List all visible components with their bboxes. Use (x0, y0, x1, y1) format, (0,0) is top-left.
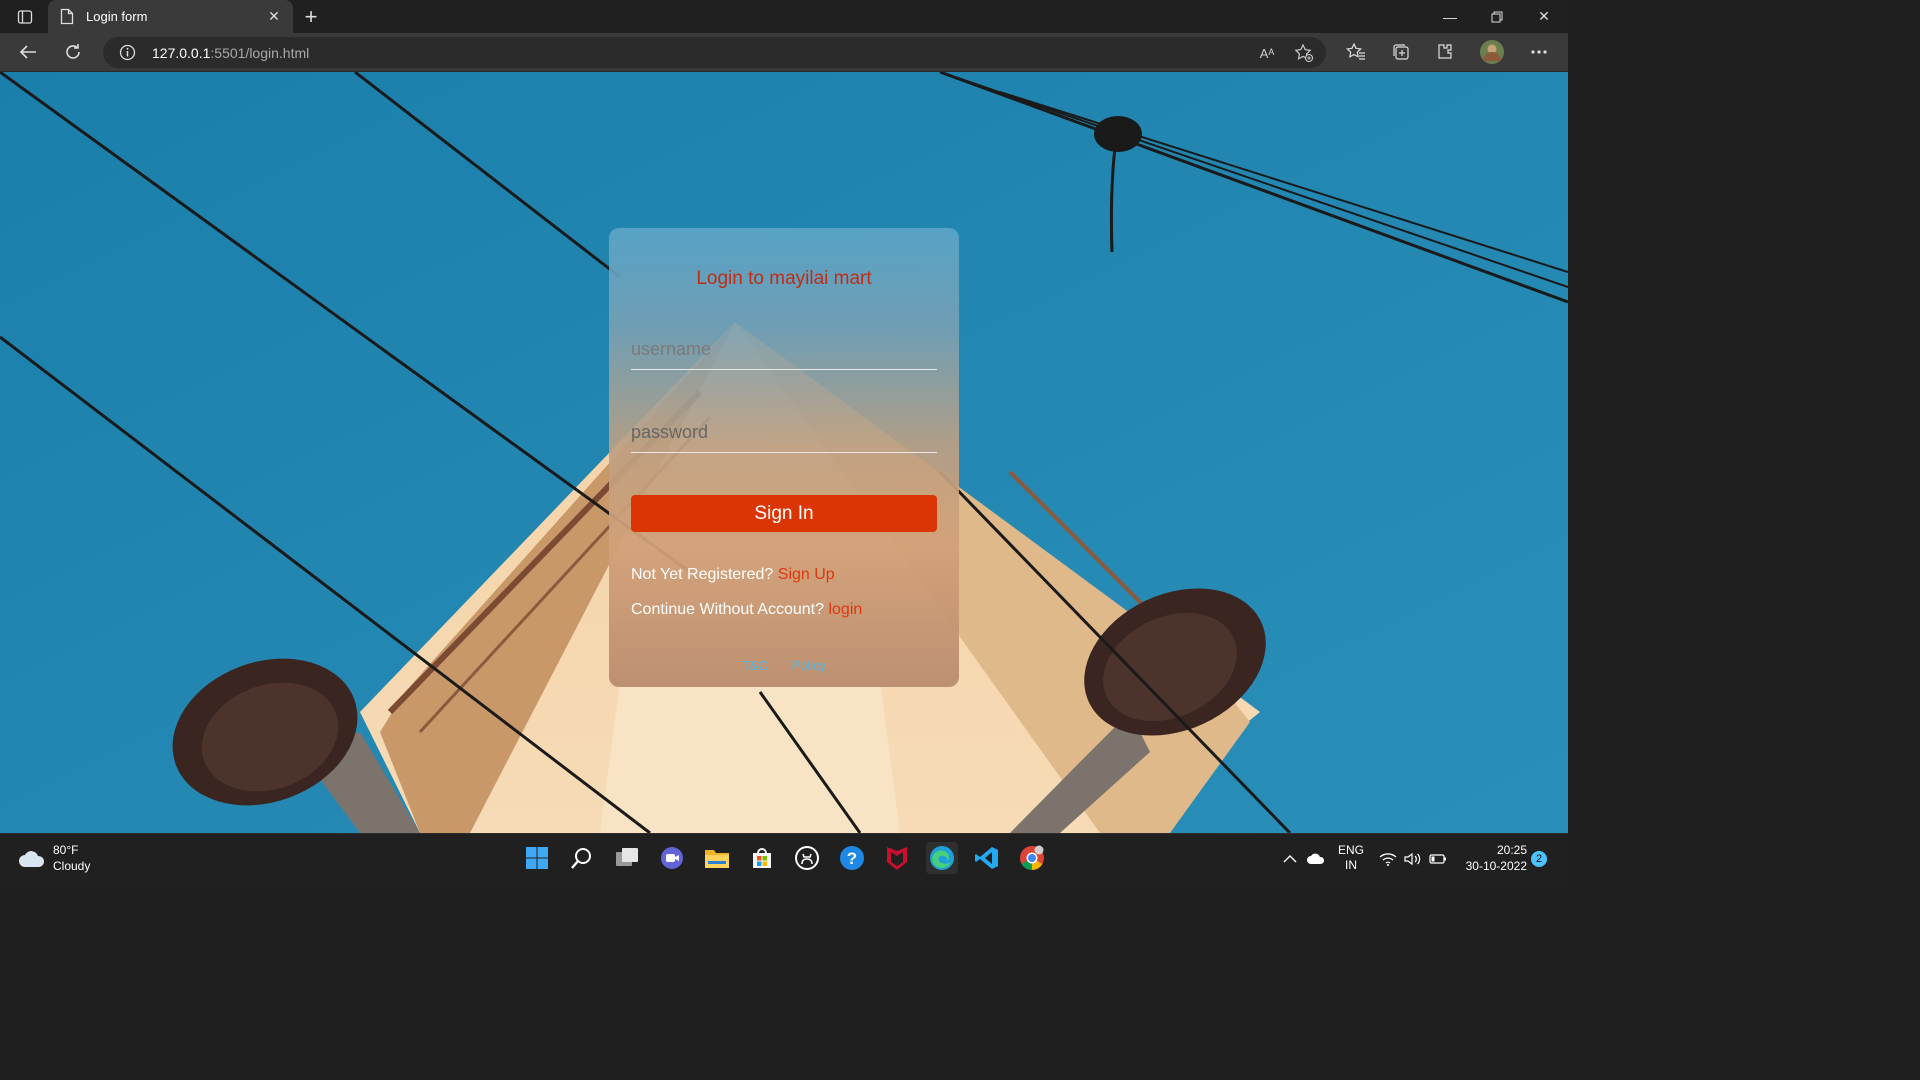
read-aloud-icon[interactable]: Aᴬ (1256, 42, 1278, 64)
file-explorer-icon[interactable] (701, 842, 733, 874)
task-view-icon[interactable] (611, 842, 643, 874)
minimize-icon[interactable]: — (1427, 0, 1473, 33)
tab-actions-icon[interactable] (8, 4, 42, 30)
register-text: Not Yet Registered? (631, 566, 774, 583)
settings-more-icon[interactable] (1524, 38, 1554, 66)
chrome-icon[interactable] (1016, 842, 1048, 874)
region-code: IN (1345, 858, 1357, 872)
tab-title: Login form (86, 9, 148, 24)
policy-link[interactable]: Policy (791, 658, 826, 673)
help-icon[interactable]: ? (836, 842, 868, 874)
onedrive-icon[interactable] (1304, 834, 1328, 883)
mcafee-icon[interactable] (881, 842, 913, 874)
system-clock[interactable]: 20:25 30-10-2022 (1455, 842, 1527, 874)
search-icon[interactable] (566, 842, 598, 874)
collections-icon[interactable] (1386, 38, 1416, 66)
weather-temperature: 80°F (53, 843, 79, 857)
teams-chat-icon[interactable] (656, 842, 688, 874)
guest-text: Continue Without Account? (631, 601, 825, 618)
edge-icon[interactable] (926, 842, 958, 874)
battery-icon[interactable] (1427, 834, 1449, 883)
register-prompt: Not Yet Registered? Sign Up (631, 566, 835, 584)
close-window-icon[interactable]: ✕ (1521, 0, 1567, 33)
browser-tab-strip: Login form ✕ + — ✕ (0, 0, 1568, 33)
document-icon (60, 8, 74, 25)
page-viewport: Login to mayilai mart Sign In Not Yet Re… (0, 72, 1568, 833)
card-title: Login to mayilai mart (696, 268, 872, 289)
new-tab-icon[interactable]: + (298, 4, 324, 30)
terms-link[interactable]: T&C (742, 658, 768, 673)
favorites-icon[interactable] (1341, 38, 1371, 66)
notification-badge[interactable]: 2 (1531, 851, 1547, 867)
windows-start-icon[interactable] (521, 842, 553, 874)
username-input[interactable] (631, 330, 937, 370)
svg-text:?: ? (847, 849, 857, 868)
input-language[interactable]: ENG IN (1335, 843, 1367, 873)
url-text: 127.0.0.1:5501/login.html (152, 45, 310, 61)
sign-up-link[interactable]: Sign Up (778, 566, 835, 583)
clock-date: 30-10-2022 (1465, 859, 1527, 873)
windows-taskbar: 80°F Cloudy ? ENG IN 20:25 30-10-2022 2 (0, 833, 1568, 882)
weather-condition: Cloudy (53, 859, 91, 873)
footer-links: T&C Policy (609, 658, 959, 673)
volume-icon[interactable] (1402, 834, 1424, 883)
weather-widget[interactable]: 80°F Cloudy (18, 842, 108, 876)
login-card: Login to mayilai mart Sign In Not Yet Re… (609, 228, 959, 687)
site-info-icon[interactable] (119, 44, 136, 61)
vscode-icon[interactable] (971, 842, 1003, 874)
sign-in-button[interactable]: Sign In (631, 495, 937, 532)
github-icon[interactable] (791, 842, 823, 874)
cloudy-weather-icon (18, 850, 46, 871)
extensions-icon[interactable] (1430, 38, 1460, 66)
password-input[interactable] (631, 413, 937, 453)
add-favorite-icon[interactable] (1293, 42, 1315, 64)
back-icon[interactable] (13, 38, 43, 66)
guest-prompt: Continue Without Account? login (631, 601, 862, 619)
browser-toolbar: 127.0.0.1:5501/login.html Aᴬ (0, 33, 1568, 72)
close-tab-icon[interactable]: ✕ (265, 7, 283, 25)
refresh-icon[interactable] (58, 38, 88, 66)
profile-avatar[interactable] (1477, 38, 1507, 66)
language-code: ENG (1337, 843, 1364, 857)
restore-icon[interactable] (1474, 0, 1520, 33)
address-bar[interactable]: 127.0.0.1:5501/login.html Aᴬ (103, 37, 1326, 68)
browser-tab-login-form[interactable]: Login form ✕ (48, 0, 293, 33)
wifi-icon[interactable] (1377, 834, 1399, 883)
show-hidden-icons-chevron-icon[interactable] (1279, 834, 1301, 883)
guest-login-link[interactable]: login (828, 601, 862, 618)
clock-time: 20:25 (1496, 843, 1527, 857)
microsoft-store-icon[interactable] (746, 842, 778, 874)
